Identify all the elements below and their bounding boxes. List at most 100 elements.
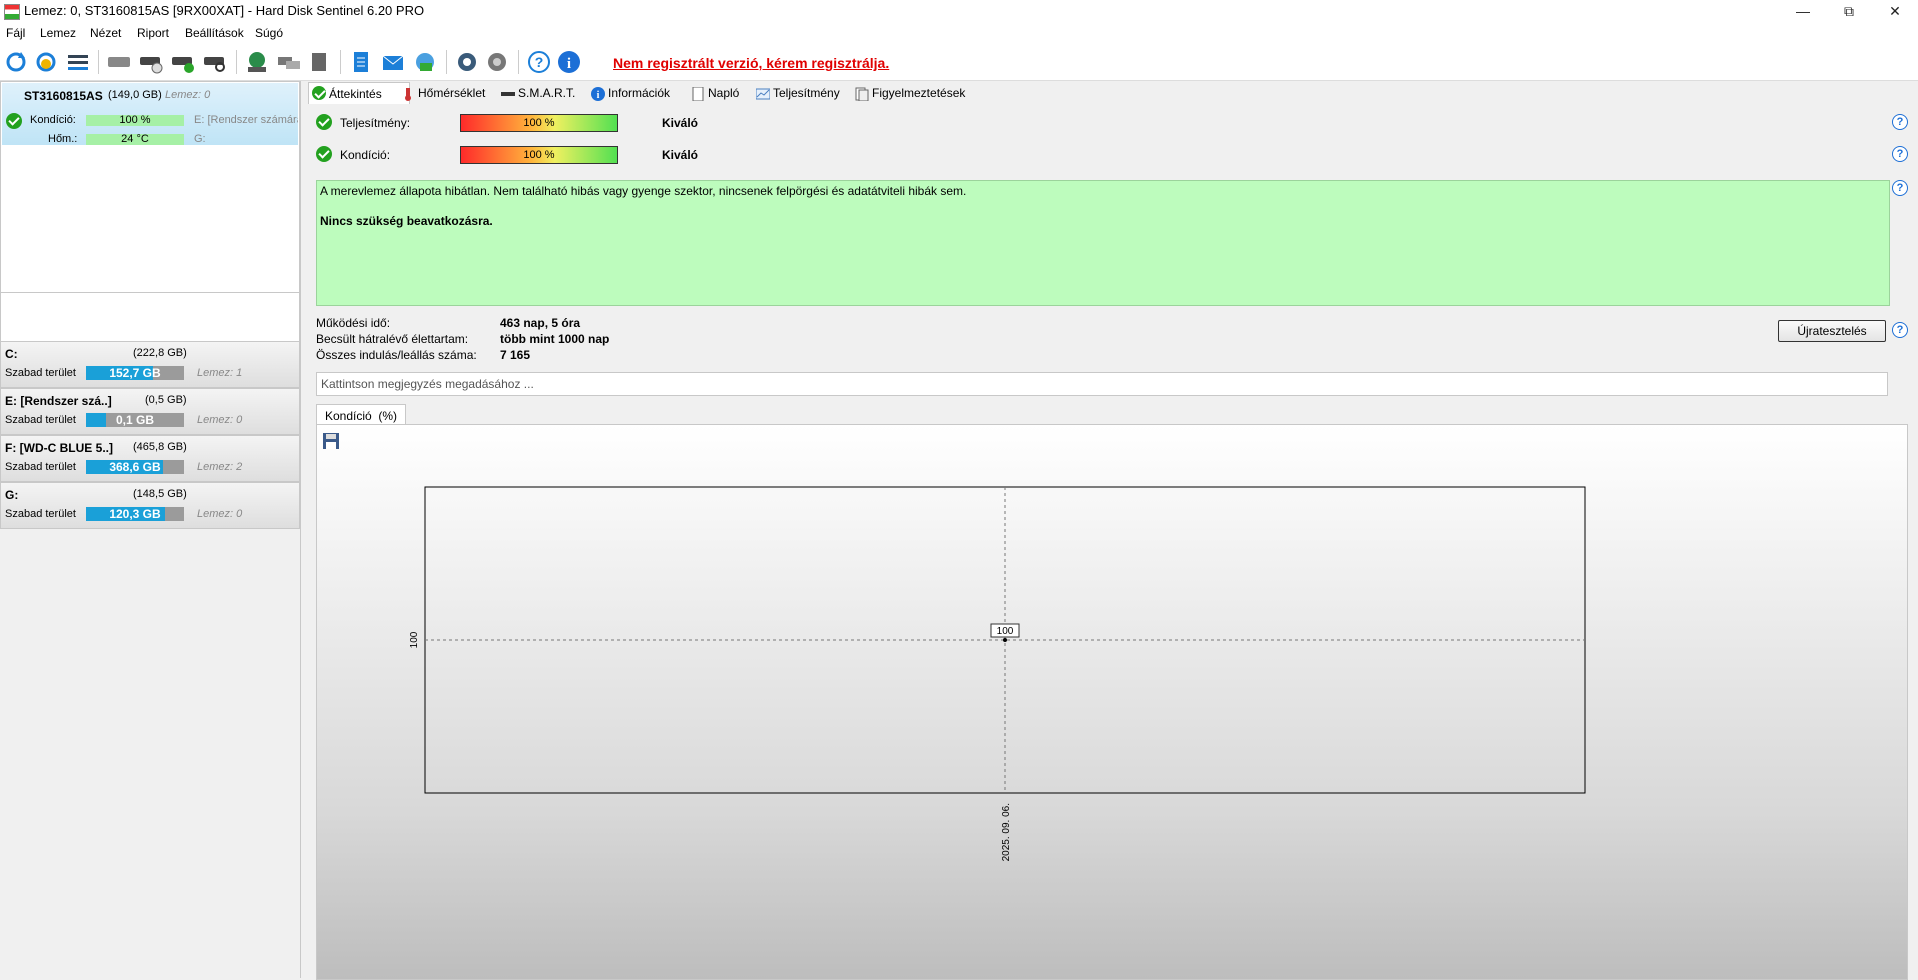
menu-settings[interactable]: Beállítások [185,26,244,40]
disk-list-icon[interactable] [65,49,91,75]
minimize-icon[interactable]: — [1780,0,1826,22]
menu-report[interactable]: Riport [137,26,169,40]
refresh-warning-icon[interactable] [33,49,59,75]
help-icon[interactable]: ? [1892,322,1908,338]
disk-size: (149,0 GB) [108,89,162,101]
menu-bar: Fájl Lemez Nézet Riport Beállítások Súgó [0,22,1918,44]
title-bar: Lemez: 0, ST3160815AS [9RX00XAT] - Hard … [0,0,1918,22]
chart-icon [755,86,771,100]
notes-input[interactable]: Kattintson megjegyzés megadásához ... [316,372,1888,396]
health-bar: 100 % [460,146,618,164]
health-rating: Kiváló [662,148,699,162]
volume-letter: G: [5,488,19,502]
tab-smart[interactable]: S.M.A.R.T. [498,82,598,104]
disk-health-bar: 100 % [86,115,184,126]
volume-free-label: Szabad terület [5,461,76,473]
tab-alerts[interactable]: Figyelmeztetések [852,82,992,104]
svg-text:i: i [567,56,571,72]
tab-overview[interactable]: Áttekintés [308,82,410,105]
disk-index: Lemez: 0 [165,89,211,101]
x-tick-label: 2025. 09. 06. [1001,803,1012,861]
help-icon[interactable]: ? [526,49,552,75]
disk-name: ST3160815AS [24,89,103,103]
health-label: Kondíció: [340,148,391,162]
menu-file[interactable]: Fájl [6,26,25,40]
disk-tools-icon[interactable] [306,49,332,75]
thermometer-icon [401,86,415,101]
help-icon[interactable]: ? [1892,114,1908,130]
menu-help[interactable]: Súgó [255,26,283,40]
volume-free-bar: 0,1 GB [86,413,184,427]
menu-view[interactable]: Nézet [90,26,121,40]
health-ok-icon [316,146,332,162]
chart-area: 100 2025. 09. 06. 100 [316,424,1908,980]
volume-free-bar: 120,3 GB [86,507,184,521]
disk-schedule-icon[interactable] [138,49,164,75]
performance-bar: 100 % [460,114,618,132]
tab-label: Hőmérséklet [418,86,486,100]
disk-copy-icon[interactable] [276,49,302,75]
tab-label: Áttekintés [329,87,382,101]
svg-text:i: i [597,90,600,101]
info-icon[interactable]: i [556,49,582,75]
menu-disk[interactable]: Lemez [40,26,76,40]
disk-health-label: Kondíció: [30,114,76,126]
gear-icon[interactable] [454,49,480,75]
volume-free-bar: 152,7 GB [86,366,184,380]
data-label: 100 [997,626,1014,637]
volume-item[interactable]: C: (222,8 GB) Szabad terület 152,7 GB Le… [0,341,300,388]
close-icon[interactable]: ✕ [1872,0,1918,22]
tab-label: S.M.A.R.T. [518,86,576,100]
volume-letter: F: [WD-C BLUE 5..] [5,441,113,455]
volume-size: (465,8 GB) [133,441,187,453]
report-icon[interactable] [348,49,374,75]
disk-search-icon[interactable] [202,49,228,75]
volume-item[interactable]: G: (148,5 GB) Szabad terület 120,3 GB Le… [0,482,300,529]
disk-item-selected[interactable]: ST3160815AS (149,0 GB) Lemez: 0 Kondíció… [2,83,298,145]
globe-disk-icon[interactable] [244,49,270,75]
tab-temperature[interactable]: Hőmérséklet [398,82,508,104]
disk-icon [501,86,515,100]
help-icon[interactable]: ? [1892,146,1908,162]
volume-letter: C: [5,347,18,361]
volume-disk: Lemez: 1 [197,367,243,379]
disk-details-icon[interactable] [106,49,132,75]
register-link[interactable]: Nem regisztrált verzió, kérem regisztrál… [613,55,889,71]
volume-free-bar: 368,6 GB [86,460,184,474]
retest-button[interactable]: Újratesztelés [1778,320,1886,342]
disk-test-icon[interactable] [170,49,196,75]
tab-information[interactable]: i Információk [588,82,698,104]
info-icon: i [591,86,605,101]
condition-chart: 100 2025. 09. 06. 100 [409,486,1586,861]
refresh-icon[interactable] [3,49,29,75]
web-report-icon[interactable] [412,49,438,75]
app-icon [4,4,20,20]
volume-free-label: Szabad terület [5,367,76,379]
tab-label: Napló [708,86,740,100]
tab-performance[interactable]: Teljesítmény [753,82,868,104]
volume-free-label: Szabad terület [5,508,76,520]
disk-list: ST3160815AS (149,0 GB) Lemez: 0 Kondíció… [0,81,300,293]
power-on-label: Működési idő: [316,316,391,330]
restore-icon[interactable]: ⧉ [1826,0,1872,22]
volume-size: (0,5 GB) [145,394,187,406]
y-tick-label: 100 [409,631,420,648]
svg-text:?: ? [535,54,544,70]
help-icon[interactable]: ? [1892,180,1908,196]
tab-label: Teljesítmény [773,86,840,100]
sound-icon[interactable] [484,49,510,75]
left-panel: ST3160815AS (149,0 GB) Lemez: 0 Kondíció… [0,81,301,978]
volume-item[interactable]: F: [WD-C BLUE 5..] (465,8 GB) Szabad ter… [0,435,300,482]
volume-disk: Lemez: 2 [197,461,243,473]
volume-size: (222,8 GB) [133,347,187,359]
disk-health-ok-icon [6,113,22,129]
data-point [1003,638,1007,642]
volume-letter: E: [Rendszer szá..] [5,394,112,408]
tab-label: Információk [608,86,671,100]
remaining-life-value: több mint 1000 nap [500,332,610,346]
volume-size: (148,5 GB) [133,488,187,500]
email-icon[interactable] [380,49,406,75]
volume-disk: Lemez: 0 [197,508,243,520]
tab-label: Figyelmeztetések [872,86,966,100]
volume-item[interactable]: E: [Rendszer szá..] (0,5 GB) Szabad terü… [0,388,300,435]
